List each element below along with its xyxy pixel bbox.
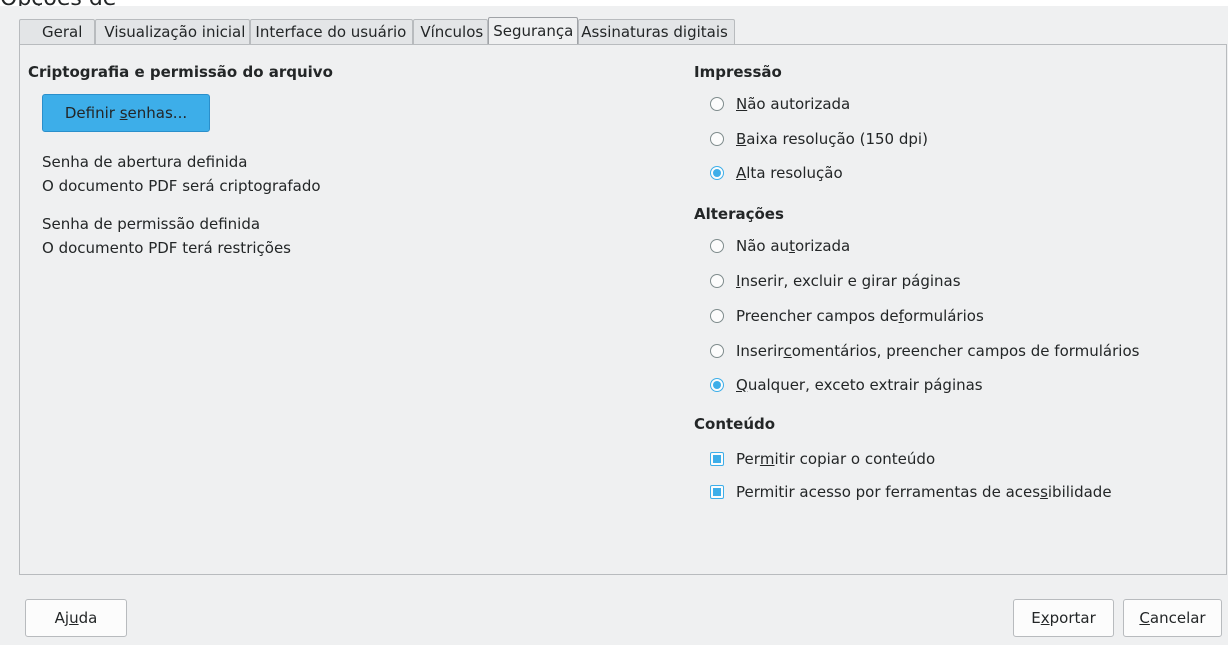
option-label-post: itir copiar o conteúdo xyxy=(774,450,936,468)
help-button[interactable]: Ajuda xyxy=(25,599,127,637)
option-label-mnemonic: N xyxy=(736,95,748,113)
export-label-post: portar xyxy=(1049,609,1096,627)
option-label-post: ualquer, exceto extrair páginas xyxy=(747,376,983,394)
changes-section-title: Alterações xyxy=(694,205,784,223)
radio-icon[interactable] xyxy=(710,239,724,253)
radio-selected-icon[interactable] xyxy=(710,166,724,180)
set-passwords-label-mnemonic: s xyxy=(119,104,128,122)
changes-option-comments-and-forms[interactable]: Inserir c omentários, preencher campos de… xyxy=(710,339,1139,363)
radio-icon[interactable] xyxy=(710,97,724,111)
permission-password-status: Senha de permissão definida xyxy=(42,215,261,233)
content-option-copy[interactable]: Per m itir copiar o conteúdo xyxy=(710,447,935,471)
content-option-accessibility[interactable]: Permitir acesso por ferramentas de aces s… xyxy=(710,480,1112,504)
radio-icon[interactable] xyxy=(710,274,724,288)
tab-bar: Geral Visualização inicial Interface do … xyxy=(19,17,735,45)
option-label-post: orizada xyxy=(794,237,851,255)
tab-digital-signatures[interactable]: Assinaturas digitais xyxy=(578,19,735,45)
tab-user-interface[interactable]: Interface do usuário xyxy=(250,19,414,45)
option-label-pre: Permitir acesso por ferramentas de aces xyxy=(736,483,1041,501)
option-label-post: ibilidade xyxy=(1047,483,1112,501)
option-label-mnemonic: A xyxy=(736,164,747,182)
printing-option-not-permitted[interactable]: Não autorizada xyxy=(710,92,850,116)
set-passwords-label-post: enhas... xyxy=(127,104,188,122)
checkbox-checked-icon[interactable] xyxy=(710,485,724,499)
open-password-status: Senha de abertura definida xyxy=(42,153,248,171)
option-label-mnemonic: Q xyxy=(736,376,748,394)
tab-links[interactable]: Vínculos xyxy=(413,19,489,45)
export-button[interactable]: Exportar xyxy=(1013,599,1114,637)
export-label-pre: E xyxy=(1031,609,1041,627)
tab-security[interactable]: Segurança xyxy=(488,17,579,45)
open-password-note: O documento PDF será criptografado xyxy=(42,177,321,195)
content-section-title: Conteúdo xyxy=(694,415,776,433)
cancel-label-post: ancelar xyxy=(1149,609,1206,627)
option-label-post: ão autorizada xyxy=(747,95,851,113)
option-label-post: omentários, preencher campos de formulár… xyxy=(791,342,1140,360)
printing-option-high-resolution[interactable]: Alta resolução xyxy=(710,161,843,185)
checkbox-checked-icon[interactable] xyxy=(710,452,724,466)
option-label-pre: Não au xyxy=(736,237,790,255)
help-label-mnemonic: u xyxy=(69,609,79,627)
printing-section-title: Impressão xyxy=(694,63,782,81)
radio-icon[interactable] xyxy=(710,132,724,146)
option-label-post: aixa resolução (150 dpi) xyxy=(746,130,928,148)
option-label-mnemonic: m xyxy=(759,450,775,468)
printing-option-low-resolution[interactable]: Baixa resolução (150 dpi) xyxy=(710,127,928,151)
changes-option-fill-forms[interactable]: Preencher campos de f ormulários xyxy=(710,304,984,328)
option-label-mnemonic: c xyxy=(783,342,792,360)
option-label-pre: Preencher campos de xyxy=(736,307,899,325)
option-label-pre: Per xyxy=(736,450,760,468)
option-label-mnemonic: B xyxy=(736,130,747,148)
radio-selected-icon[interactable] xyxy=(710,378,724,392)
option-label-post: nserir, excluir e girar páginas xyxy=(740,272,961,290)
changes-option-not-permitted[interactable]: Não au t orizada xyxy=(710,234,850,258)
set-passwords-label-pre: Definir xyxy=(64,104,120,122)
export-label-mnemonic: x xyxy=(1040,609,1050,627)
cancel-button[interactable]: Cancelar xyxy=(1123,599,1222,637)
changes-option-insert-delete-rotate[interactable]: Inserir, excluir e girar páginas xyxy=(710,269,961,293)
option-label-post: ormulários xyxy=(903,307,984,325)
tab-initial-view[interactable]: Visualização inicial xyxy=(95,19,251,45)
radio-icon[interactable] xyxy=(710,309,724,323)
permission-password-note: O documento PDF terá restrições xyxy=(42,239,291,257)
help-label-pre: Aj xyxy=(54,609,70,627)
option-label-pre: Inserir xyxy=(736,342,784,360)
set-passwords-button[interactable]: Definir senhas... xyxy=(42,94,210,132)
changes-option-any-except-extract[interactable]: Qualquer, exceto extrair páginas xyxy=(710,373,983,397)
help-label-post: da xyxy=(78,609,98,627)
cancel-label-mnemonic: C xyxy=(1139,609,1150,627)
encryption-section-title: Criptografia e permissão do arquivo xyxy=(28,63,333,81)
tab-general[interactable]: Geral xyxy=(19,19,96,45)
option-label-mnemonic: s xyxy=(1040,483,1048,501)
radio-icon[interactable] xyxy=(710,344,724,358)
option-label-post: lta resolução xyxy=(746,164,843,182)
